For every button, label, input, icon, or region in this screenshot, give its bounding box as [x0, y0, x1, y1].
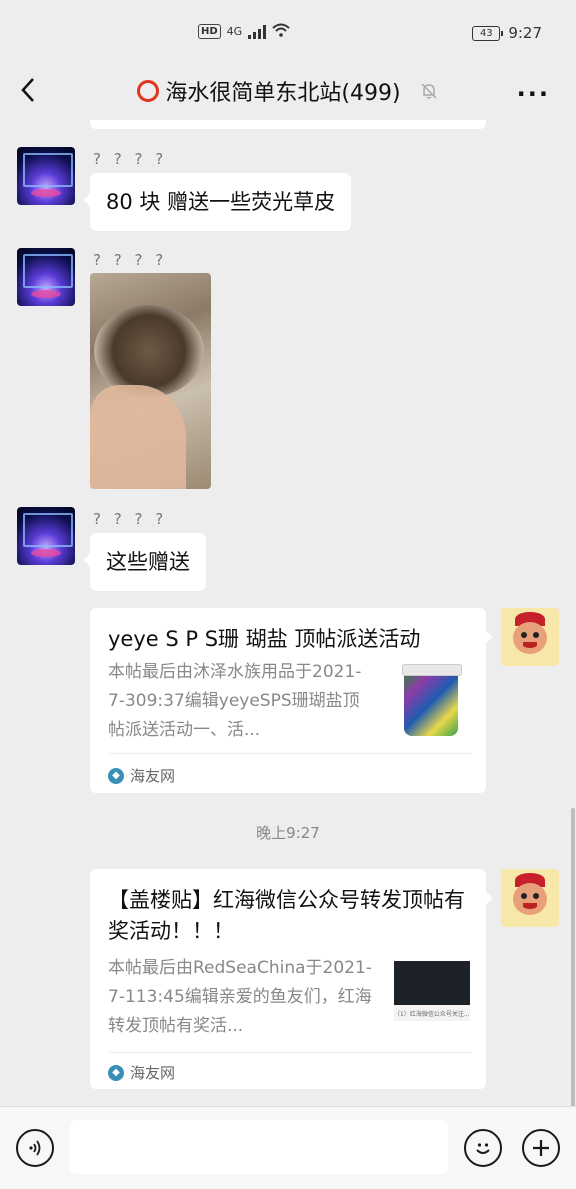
- chat-header: 海水很简单东北站(499) ···: [0, 62, 576, 120]
- link-card[interactable]: yeye S P S珊 瑚盐 顶帖派送活动 本帖最后由沐泽水族用品于2021-7…: [90, 608, 493, 793]
- signal-icon: [248, 24, 267, 39]
- card-thumbnail: [400, 662, 462, 740]
- sender-name: ? ? ? ?: [93, 150, 168, 168]
- source-logo-icon: ◆: [108, 767, 124, 784]
- avatar[interactable]: [17, 147, 75, 205]
- previous-message-bubble: [90, 120, 486, 129]
- message-bubble[interactable]: 这些赠送: [83, 533, 206, 591]
- plus-icon: [533, 1140, 549, 1156]
- chat-title-text: 海水很简单东北站(499): [165, 81, 401, 106]
- avatar[interactable]: [17, 507, 75, 565]
- chat-title: 海水很简单东北站(499): [137, 75, 438, 107]
- divider: [108, 753, 472, 754]
- source-logo-icon: ◆: [108, 1064, 124, 1081]
- source-name: 海友网: [130, 767, 176, 785]
- red-circle-icon: [137, 80, 160, 102]
- thumbnail-caption: （1）红海微信公众号关注...: [394, 1011, 470, 1018]
- source-name: 海友网: [130, 1064, 176, 1082]
- status-indicators: HD 4G: [198, 22, 290, 41]
- card-source: ◆ 海友网: [108, 765, 175, 786]
- message-bubble[interactable]: 80 块 赠送一些荧光草皮: [82, 173, 352, 231]
- photo-content: [94, 305, 204, 397]
- hd-icon: HD: [198, 24, 221, 39]
- mute-bell-icon: [421, 83, 437, 99]
- status-bar: HD 4G 43 9:27: [0, 0, 576, 62]
- card-source: ◆ 海友网: [108, 1062, 175, 1083]
- self-avatar[interactable]: [501, 869, 559, 927]
- scrollbar[interactable]: [571, 808, 575, 1108]
- voice-icon: [29, 1140, 41, 1156]
- card-title: yeye S P S珊 瑚盐 顶帖派送活动: [108, 627, 421, 651]
- photo-message[interactable]: [90, 273, 211, 489]
- wifi-icon: [272, 22, 290, 41]
- message-list[interactable]: ? ? ? ? 80 块 赠送一些荧光草皮 ? ? ? ? ? ? ? ? 这些…: [0, 120, 576, 1106]
- network-type: 4G: [226, 25, 243, 38]
- divider: [108, 1052, 472, 1053]
- card-description: 本帖最后由RedSeaChina于2021-7-113:45编辑亲爱的鱼友们，红…: [108, 958, 372, 1036]
- timestamp: 晚上9:27: [256, 824, 320, 842]
- avatar[interactable]: [17, 248, 75, 306]
- clock: 9:27: [508, 24, 542, 42]
- emoji-button[interactable]: [464, 1129, 502, 1167]
- more-options-icon[interactable]: ···: [517, 80, 550, 108]
- message-input[interactable]: [70, 1120, 448, 1174]
- photo-content: [90, 385, 186, 489]
- status-right: 43 9:27: [472, 24, 542, 42]
- sender-name: ? ? ? ?: [93, 510, 168, 528]
- smile-icon: [476, 1143, 490, 1154]
- card-title: 【盖楼贴】红海微信公众号转发顶帖有奖活动！！！: [108, 888, 465, 943]
- card-thumbnail: （1）红海微信公众号关注...: [394, 961, 470, 1021]
- voice-input-button[interactable]: [16, 1129, 54, 1167]
- sender-name: ? ? ? ?: [93, 251, 168, 269]
- link-card[interactable]: 【盖楼贴】红海微信公众号转发顶帖有奖活动！！！ 本帖最后由RedSeaChina…: [90, 869, 493, 1089]
- back-icon[interactable]: [18, 76, 38, 104]
- card-description: 本帖最后由沐泽水族用品于2021-7-309:37编辑yeyeSPS珊瑚盐顶帖派…: [108, 662, 362, 740]
- self-avatar[interactable]: [501, 608, 559, 666]
- input-bar: [0, 1106, 576, 1189]
- battery-icon: 43: [472, 25, 504, 41]
- plus-button[interactable]: [522, 1129, 560, 1167]
